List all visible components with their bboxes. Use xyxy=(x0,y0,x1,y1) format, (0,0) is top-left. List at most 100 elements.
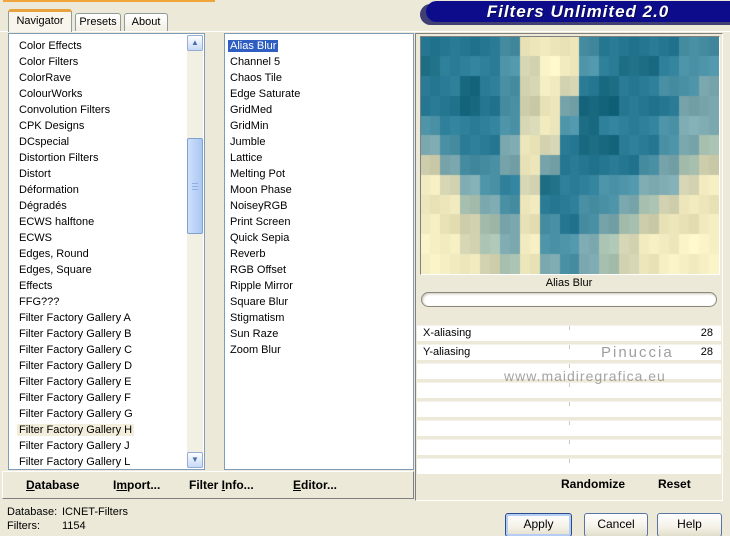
filter-item-label: Ripple Mirror xyxy=(230,280,293,292)
filter-item[interactable]: Chaos Tile xyxy=(225,70,413,86)
category-item-label: Filter Factory Gallery G xyxy=(19,408,133,420)
filter-item[interactable]: Square Blur xyxy=(225,294,413,310)
bottom-toolbar: Database Import... Filter Info... Editor… xyxy=(2,471,414,499)
category-item[interactable]: Convolution Filters xyxy=(9,102,187,118)
category-item-label: ECWS xyxy=(19,232,52,244)
preview-image[interactable] xyxy=(421,37,719,274)
category-item[interactable]: ColourWorks xyxy=(9,86,187,102)
category-item[interactable]: DCspecial xyxy=(9,134,187,150)
apply-button[interactable]: Apply xyxy=(505,513,572,536)
category-item-label: CPK Designs xyxy=(19,120,85,132)
filter-item-label: RGB Offset xyxy=(230,264,287,276)
slider-row[interactable]: X-aliasing 28 xyxy=(417,325,721,341)
category-item-label: ColourWorks xyxy=(19,88,83,100)
title-banner: Filters Unlimited 2.0 xyxy=(426,1,730,22)
category-item[interactable]: Filter Factory Gallery D xyxy=(9,358,187,374)
filter-item[interactable]: Zoom Blur xyxy=(225,342,413,358)
scroll-up-icon[interactable]: ▲ xyxy=(187,35,203,51)
filter-item-label: Sun Raze xyxy=(230,328,279,340)
watermark-line1: Pinuccia xyxy=(601,344,674,361)
filter-item[interactable]: Reverb xyxy=(225,246,413,262)
filter-item[interactable]: Print Screen xyxy=(225,214,413,230)
filter-list-items: Alias Blur Channel 5 Chaos Tile Edge Satura… xyxy=(225,34,413,469)
filter-item[interactable]: Alias Blur xyxy=(225,38,413,54)
category-item-label: Filter Factory Gallery B xyxy=(19,328,132,340)
filter-item[interactable]: GridMin xyxy=(225,118,413,134)
filter-item-label: GridMin xyxy=(230,120,269,132)
preview-caption: Alias Blur xyxy=(545,277,593,289)
category-item[interactable]: Filter Factory Gallery A xyxy=(9,310,187,326)
filter-item[interactable]: Lattice xyxy=(225,150,413,166)
category-item[interactable]: CPK Designs xyxy=(9,118,187,134)
slider-label: X-aliasing xyxy=(423,327,472,339)
help-button[interactable]: Help xyxy=(657,513,722,536)
category-item-label: Convolution Filters xyxy=(19,104,111,116)
category-item[interactable]: Filter Factory Gallery C xyxy=(9,342,187,358)
tab-navigator[interactable]: Navigator xyxy=(8,9,72,32)
slider-value: 28 xyxy=(700,346,713,358)
category-item[interactable]: Edges, Round xyxy=(9,246,187,262)
tab-about[interactable]: About xyxy=(124,13,168,32)
filter-item[interactable]: Sun Raze xyxy=(225,326,413,342)
category-item[interactable]: Filter Factory Gallery E xyxy=(9,374,187,390)
filter-info-button[interactable]: Filter Info... xyxy=(189,478,254,492)
category-item[interactable]: Dégradés xyxy=(9,198,187,214)
filter-item[interactable]: Stigmatism xyxy=(225,310,413,326)
filter-item[interactable]: Ripple Mirror xyxy=(225,278,413,294)
filter-item[interactable]: Jumble xyxy=(225,134,413,150)
slider-row[interactable]: Y-aliasing 28 xyxy=(417,344,721,360)
filter-item[interactable]: Edge Saturate xyxy=(225,86,413,102)
category-item-label: Filter Factory Gallery C xyxy=(19,344,133,356)
category-item[interactable]: Distort xyxy=(9,166,187,182)
database-button[interactable]: Database xyxy=(26,478,79,492)
filter-item[interactable]: Quick Sepia xyxy=(225,230,413,246)
filter-item-label: Lattice xyxy=(230,152,263,164)
category-item[interactable]: Filter Factory Gallery B xyxy=(9,326,187,342)
slider-row-empty xyxy=(417,401,721,417)
status-filters-label: Filters: xyxy=(7,520,40,532)
category-item[interactable]: Filter Factory Gallery L xyxy=(9,454,187,469)
editor-button[interactable]: Editor... xyxy=(293,478,337,492)
category-scrollbar[interactable]: ▲ ▼ xyxy=(187,35,203,468)
status-filters-value: 1154 xyxy=(62,520,86,532)
category-item[interactable]: Filter Factory Gallery J xyxy=(9,438,187,454)
randomize-button[interactable]: Randomize xyxy=(561,477,625,491)
preview-panel: Alias Blur X-aliasing 28 Y-aliasing 28 Pinu… xyxy=(415,33,723,501)
category-item[interactable]: Edges, Square xyxy=(9,262,187,278)
tab-presets[interactable]: Presets xyxy=(75,13,121,32)
slider-value: 28 xyxy=(700,327,713,339)
filter-item[interactable]: Moon Phase xyxy=(225,182,413,198)
filter-item[interactable]: NoiseyRGB xyxy=(225,198,413,214)
category-item[interactable]: Filter Factory Gallery H xyxy=(9,422,187,438)
category-item[interactable]: Filter Factory Gallery F xyxy=(9,390,187,406)
category-item-label: Distort xyxy=(19,168,51,180)
category-item[interactable]: ECWS halftone xyxy=(9,214,187,230)
slider-row-empty xyxy=(417,439,721,455)
category-item[interactable]: Effects xyxy=(9,278,187,294)
category-item[interactable]: Color Effects xyxy=(9,38,187,54)
category-item[interactable]: Color Filters xyxy=(9,54,187,70)
import-button[interactable]: Import... xyxy=(113,478,160,492)
cancel-button[interactable]: Cancel xyxy=(584,513,648,536)
scroll-down-icon[interactable]: ▼ xyxy=(187,452,203,468)
filter-item-label: Quick Sepia xyxy=(230,232,290,244)
slider-row-empty xyxy=(417,382,721,398)
preview-box xyxy=(420,36,720,275)
status-database-value: ICNET-Filters xyxy=(62,506,128,518)
category-item-label: Filter Factory Gallery E xyxy=(19,376,132,388)
filter-item[interactable]: Melting Pot xyxy=(225,166,413,182)
filter-item[interactable]: RGB Offset xyxy=(225,262,413,278)
scrollbar-thumb[interactable] xyxy=(187,138,203,234)
category-item[interactable]: FFG??? xyxy=(9,294,187,310)
category-item[interactable]: ColorRave xyxy=(9,70,187,86)
filter-item-label: GridMed xyxy=(230,104,273,116)
category-item[interactable]: ECWS xyxy=(9,230,187,246)
category-list-items: Color Effects Color Filters ColorRave Colou… xyxy=(9,34,187,469)
filter-item[interactable]: Channel 5 xyxy=(225,54,413,70)
filter-item[interactable]: GridMed xyxy=(225,102,413,118)
category-item[interactable]: Déformation xyxy=(9,182,187,198)
filter-item-label: Print Screen xyxy=(230,216,291,228)
reset-button[interactable]: Reset xyxy=(658,477,691,491)
category-item[interactable]: Filter Factory Gallery G xyxy=(9,406,187,422)
category-item[interactable]: Distortion Filters xyxy=(9,150,187,166)
